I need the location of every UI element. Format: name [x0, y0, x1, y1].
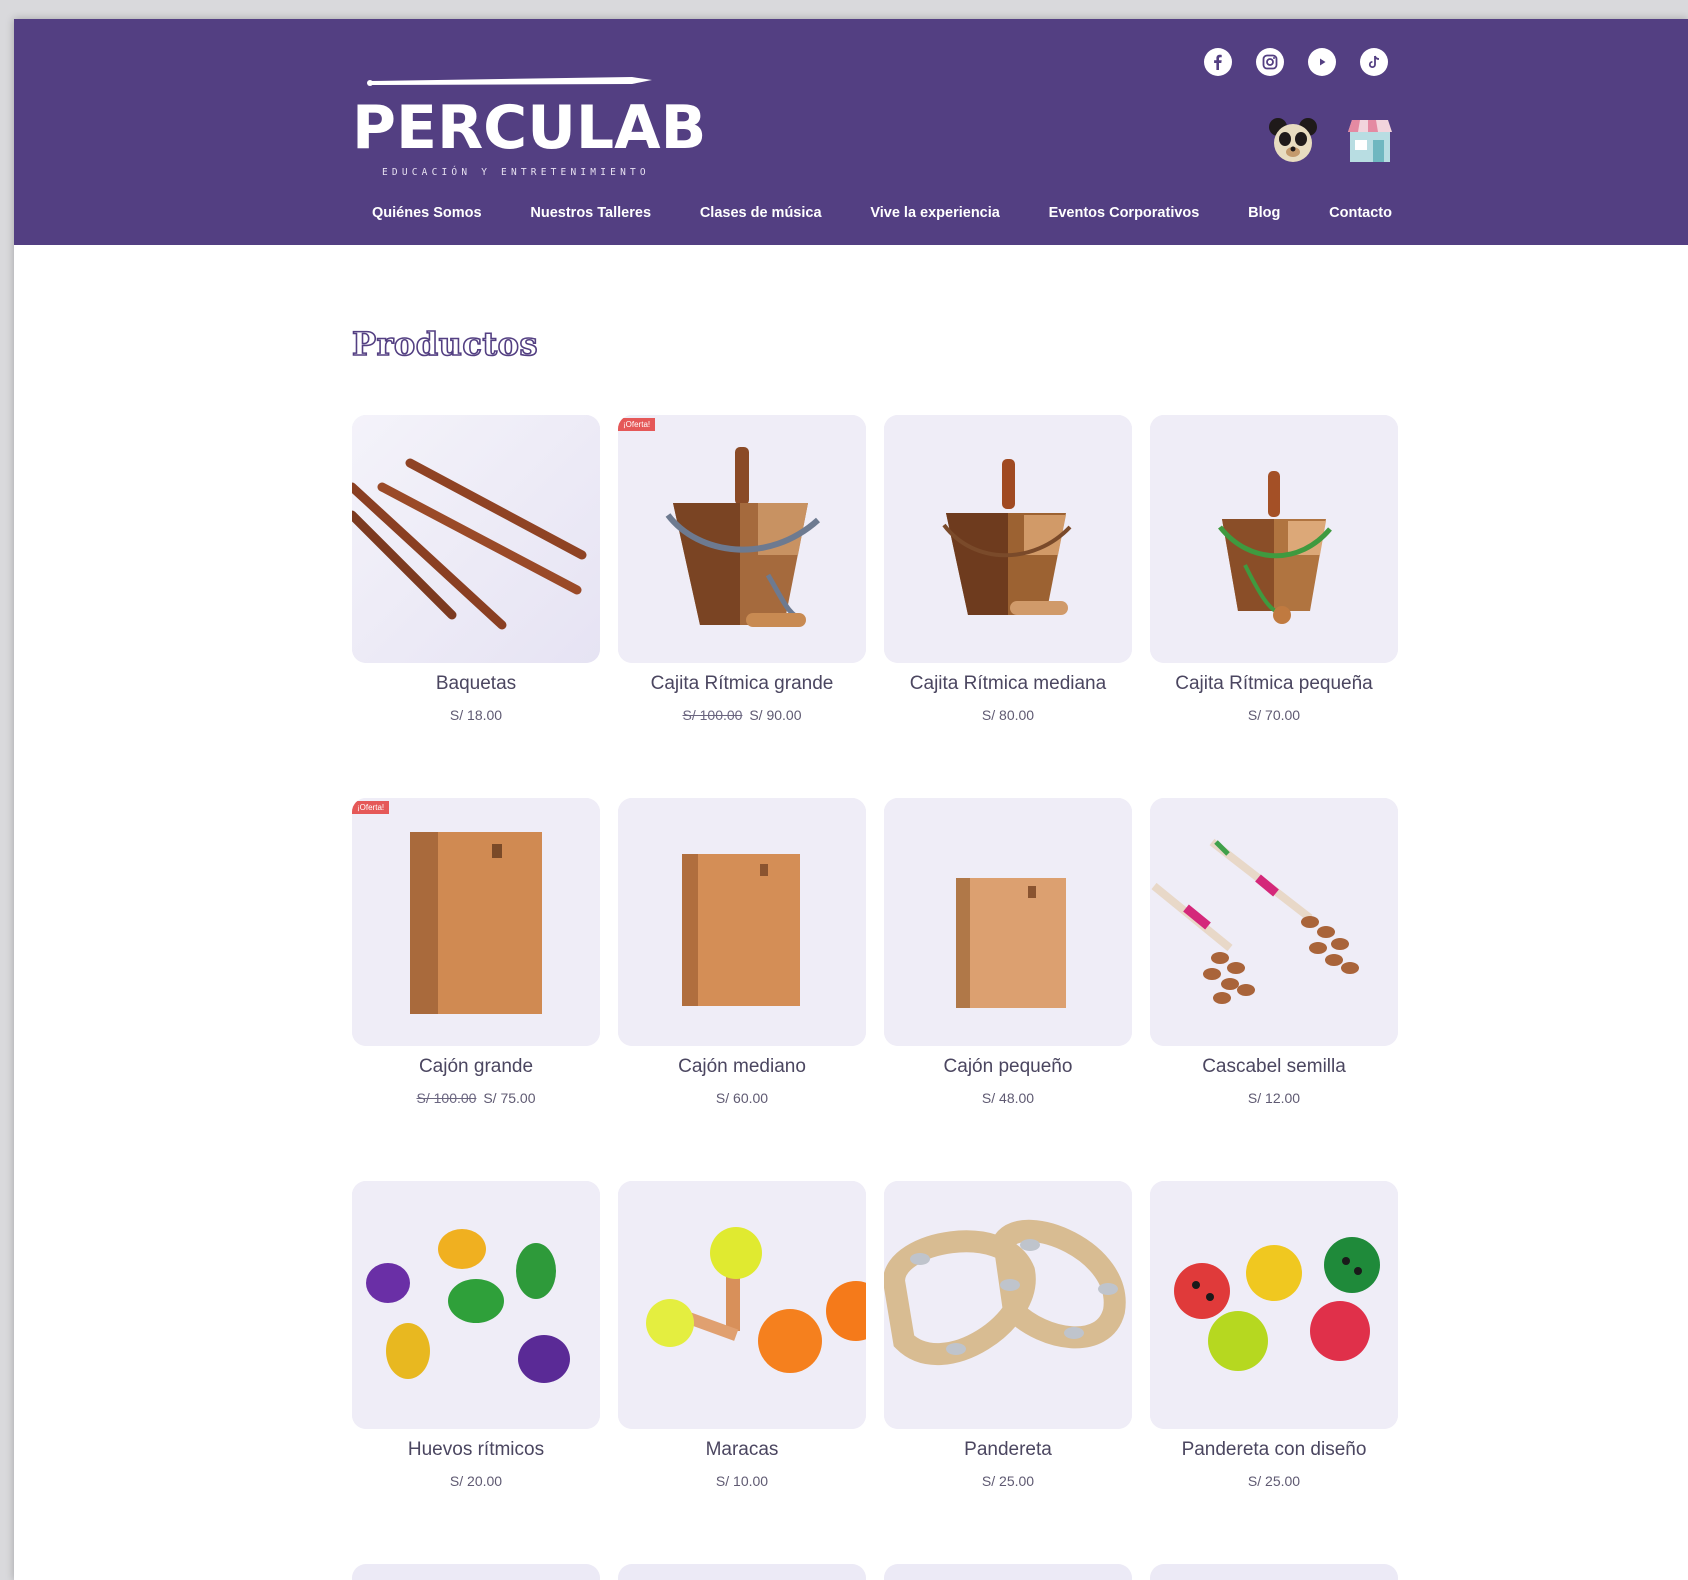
current-price: S/ 75.00 — [483, 1090, 536, 1106]
product-card-cajon-mediano[interactable]: Cajón mediano S/ 60.00 — [618, 798, 866, 1106]
product-card-cajita-ritmica-grande[interactable]: ¡Oferta! Cajita Rítmica grande S/ 100.00… — [618, 415, 866, 723]
tiktok-icon[interactable] — [1360, 48, 1388, 76]
product-price: S/ 100.00 S/ 75.00 — [352, 1090, 600, 1106]
product-name[interactable]: Pandereta con diseño — [1150, 1438, 1398, 1462]
product-card-cajita-ritmica-pequena[interactable]: Cajita Rítmica pequeña S/ 70.00 — [1150, 415, 1398, 723]
product-image[interactable] — [1150, 1181, 1398, 1429]
product-image[interactable] — [884, 415, 1132, 663]
nav-item-contacto[interactable]: Contacto — [1315, 205, 1406, 221]
current-price: S/ 70.00 — [1247, 707, 1301, 723]
browser-window: PERCULAB EDUCACIÓN Y ENTRETENIMIENTO Qui… — [14, 19, 1688, 1580]
instagram-icon[interactable] — [1256, 48, 1284, 76]
product-image[interactable] — [1150, 798, 1398, 1046]
product-card-pandereta[interactable]: Pandereta S/ 25.00 — [884, 1181, 1132, 1489]
page-title: Productos — [351, 324, 539, 364]
product-name[interactable]: Maracas — [618, 1438, 866, 1462]
nav-item-nuestros-talleres[interactable]: Nuestros Talleres — [516, 205, 665, 221]
product-image[interactable] — [884, 1181, 1132, 1429]
product-card-huevos-ritmicos[interactable]: Huevos rítmicos S/ 20.00 — [352, 1181, 600, 1489]
youtube-icon[interactable] — [1308, 48, 1336, 76]
product-image[interactable] — [618, 1181, 866, 1429]
product-price: S/ 70.00 — [1150, 707, 1398, 723]
nav-item-clases-de-musica[interactable]: Clases de música — [686, 205, 836, 221]
product-image[interactable] — [352, 1564, 600, 1580]
social-links — [1204, 48, 1388, 76]
product-image[interactable] — [1150, 415, 1398, 663]
product-price: S/ 80.00 — [884, 707, 1132, 723]
nav-item-vive-la-experiencia[interactable]: Vive la experiencia — [856, 205, 1014, 221]
logo-tagline: EDUCACIÓN Y ENTRETENIMIENTO — [382, 167, 650, 178]
store-icon[interactable] — [1344, 114, 1396, 166]
nav-item-eventos-corporativos[interactable]: Eventos Corporativos — [1035, 205, 1214, 221]
current-price: S/ 25.00 — [981, 1473, 1035, 1489]
current-price: S/ 18.00 — [449, 707, 503, 723]
facebook-icon[interactable] — [1204, 48, 1232, 76]
product-name[interactable]: Cascabel semilla — [1150, 1055, 1398, 1079]
logo[interactable]: PERCULAB EDUCACIÓN Y ENTRETENIMIENTO — [352, 71, 706, 183]
current-price: S/ 48.00 — [981, 1090, 1035, 1106]
product-card-cajon-grande[interactable]: ¡Oferta! Cajón grande S/ 100.00 S/ 75.00 — [352, 798, 600, 1106]
product-image[interactable] — [884, 1564, 1132, 1580]
logo-wordmark: PERCULAB — [352, 93, 707, 163]
product-price: S/ 12.00 — [1150, 1090, 1398, 1106]
current-price: S/ 60.00 — [715, 1090, 769, 1106]
current-price: S/ 90.00 — [749, 707, 802, 723]
product-name[interactable]: Baquetas — [352, 672, 600, 696]
product-name[interactable]: Cajón grande — [352, 1055, 600, 1079]
nav-item-quienes-somos[interactable]: Quiénes Somos — [358, 205, 496, 221]
product-image[interactable] — [352, 415, 600, 663]
old-price: S/ 100.00 — [682, 707, 743, 723]
product-card-cajon-pequeno[interactable]: Cajón pequeño S/ 48.00 — [884, 798, 1132, 1106]
product-image[interactable] — [618, 798, 866, 1046]
header-badges — [1267, 114, 1396, 166]
product-price: S/ 20.00 — [352, 1473, 600, 1489]
product-card-baquetas[interactable]: Baquetas S/ 18.00 — [352, 415, 600, 723]
product-name[interactable]: Cajón mediano — [618, 1055, 866, 1079]
product-name[interactable]: Cajita Rítmica grande — [618, 672, 866, 696]
product-name[interactable]: Pandereta — [884, 1438, 1132, 1462]
site-header: PERCULAB EDUCACIÓN Y ENTRETENIMIENTO Qui… — [14, 19, 1688, 245]
product-price: S/ 48.00 — [884, 1090, 1132, 1106]
product-image[interactable] — [618, 1564, 866, 1580]
product-card-pandereta-con-diseno[interactable]: Pandereta con diseño S/ 25.00 — [1150, 1181, 1398, 1489]
product-price: S/ 100.00 S/ 90.00 — [618, 707, 866, 723]
product-image[interactable]: ¡Oferta! — [352, 798, 600, 1046]
current-price: S/ 20.00 — [449, 1473, 503, 1489]
product-price: S/ 10.00 — [618, 1473, 866, 1489]
nav-item-blog[interactable]: Blog — [1234, 205, 1294, 221]
product-image[interactable] — [884, 798, 1132, 1046]
product-image[interactable] — [1150, 1564, 1398, 1580]
old-price: S/ 100.00 — [416, 1090, 477, 1106]
current-price: S/ 10.00 — [715, 1473, 769, 1489]
product-name[interactable]: Cajita Rítmica pequeña — [1150, 672, 1398, 696]
current-price: S/ 12.00 — [1247, 1090, 1301, 1106]
current-price: S/ 25.00 — [1247, 1473, 1301, 1489]
main-nav: Quiénes Somos Nuestros Talleres Clases d… — [358, 205, 1406, 221]
offer-badge: ¡Oferta! — [352, 801, 390, 814]
offer-badge: ¡Oferta! — [618, 418, 656, 431]
product-price: S/ 25.00 — [884, 1473, 1132, 1489]
product-image[interactable]: ¡Oferta! — [618, 415, 866, 663]
product-card-cascabel-semilla[interactable]: Cascabel semilla S/ 12.00 — [1150, 798, 1398, 1106]
product-price: S/ 18.00 — [352, 707, 600, 723]
product-price: S/ 60.00 — [618, 1090, 866, 1106]
current-price: S/ 80.00 — [981, 707, 1035, 723]
product-price: S/ 25.00 — [1150, 1473, 1398, 1489]
product-name[interactable]: Cajón pequeño — [884, 1055, 1132, 1079]
product-name[interactable]: Huevos rítmicos — [352, 1438, 600, 1462]
product-card-maracas[interactable]: Maracas S/ 10.00 — [618, 1181, 866, 1489]
bear-icon[interactable] — [1267, 114, 1319, 166]
product-card-cajita-ritmica-mediana[interactable]: Cajita Rítmica mediana S/ 80.00 — [884, 415, 1132, 723]
product-image[interactable] — [352, 1181, 600, 1429]
product-name[interactable]: Cajita Rítmica mediana — [884, 672, 1132, 696]
